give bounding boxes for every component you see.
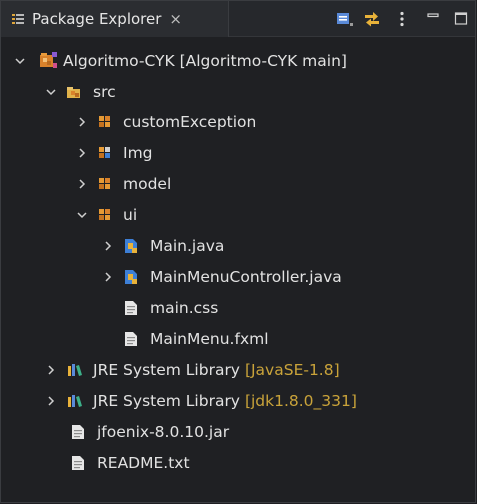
project-name: Algoritmo-CYK [63,52,175,70]
library-label: JRE System Library [93,392,240,410]
chevron-right-icon[interactable] [102,271,114,283]
text-file-icon [125,301,137,315]
resource-package-icon [99,147,110,158]
file-label: jfoenix-8.0.10.jar [97,423,230,441]
java-project-icon [40,52,57,68]
chevron-right-icon[interactable] [76,178,88,190]
package-icon [99,209,110,220]
java-file-icon [125,270,137,284]
file-label: README.txt [97,454,190,472]
close-icon[interactable]: × [169,11,182,27]
tree-item-project[interactable]: Algoritmo-CYK [Algoritmo-CYK main] [1,46,475,76]
tree-item-mainmenucontroller-java[interactable]: MainMenuController.java [1,262,475,292]
chevron-right-icon[interactable] [76,147,88,159]
text-file-icon [72,456,84,470]
java-file-icon [125,239,137,253]
package-label: ui [123,206,138,224]
chevron-right-icon[interactable] [76,116,88,128]
tab-package-explorer[interactable]: Package Explorer × [1,1,229,37]
chevron-right-icon[interactable] [102,240,114,252]
file-label: MainMenuController.java [150,268,342,286]
src-label: src [93,83,116,101]
tree-item-jre-jdk[interactable]: JRE System Library [jdk1.8.0_331] [1,386,475,416]
link-with-editor-icon[interactable] [363,10,381,28]
source-folder-icon [67,87,80,98]
chevron-right-icon[interactable] [45,364,57,376]
project-branch-decoration: [Algoritmo-CYK main] [179,52,347,70]
tree-item-main-java[interactable]: Main.java [1,231,475,261]
package-label: model [123,175,172,193]
tree-item-package-model[interactable]: model [1,169,475,199]
package-icon [99,116,110,127]
tree-item-package-img[interactable]: Img [1,138,475,168]
library-label: JRE System Library [93,361,240,379]
tree-item-package-ui[interactable]: ui [1,200,475,230]
text-file-icon [125,332,137,346]
package-label: customException [123,113,257,131]
tree-item-readme-txt[interactable]: README.txt [1,448,475,478]
library-icon [68,395,82,407]
text-file-icon [72,425,84,439]
tree-item-package-customexception[interactable]: customException [1,107,475,137]
library-decoration: [jdk1.8.0_331] [244,392,357,410]
view-menu-icon[interactable] [393,10,411,28]
chevron-right-icon[interactable] [45,395,57,407]
view-tab-bar: Package Explorer × [1,1,475,37]
tree-item-mainmenu-fxml[interactable]: MainMenu.fxml [1,324,475,354]
library-icon [68,364,82,376]
tree-item-jfoenix-jar[interactable]: jfoenix-8.0.10.jar [1,417,475,447]
maximize-icon[interactable] [453,10,471,28]
chevron-down-icon[interactable] [45,86,57,98]
chevron-down-icon[interactable] [76,209,88,221]
view-title: Package Explorer [32,10,162,28]
file-label: Main.java [150,237,225,255]
package-explorer-icon [12,13,24,26]
file-label: main.css [150,299,219,317]
tree-item-src[interactable]: src [1,77,475,107]
file-label: MainMenu.fxml [150,330,269,348]
package-explorer-view: Package Explorer × Algoritmo-CYK [Algori… [0,0,476,503]
library-decoration: [JavaSE-1.8] [244,361,340,379]
minimize-icon[interactable] [425,10,443,28]
package-icon [99,178,110,189]
chevron-down-icon[interactable] [14,55,26,67]
tree-item-jre-javase[interactable]: JRE System Library [JavaSE-1.8] [1,355,475,385]
tree-item-main-css[interactable]: main.css [1,293,475,323]
package-label: Img [123,144,153,162]
collapse-all-icon[interactable] [335,10,353,28]
